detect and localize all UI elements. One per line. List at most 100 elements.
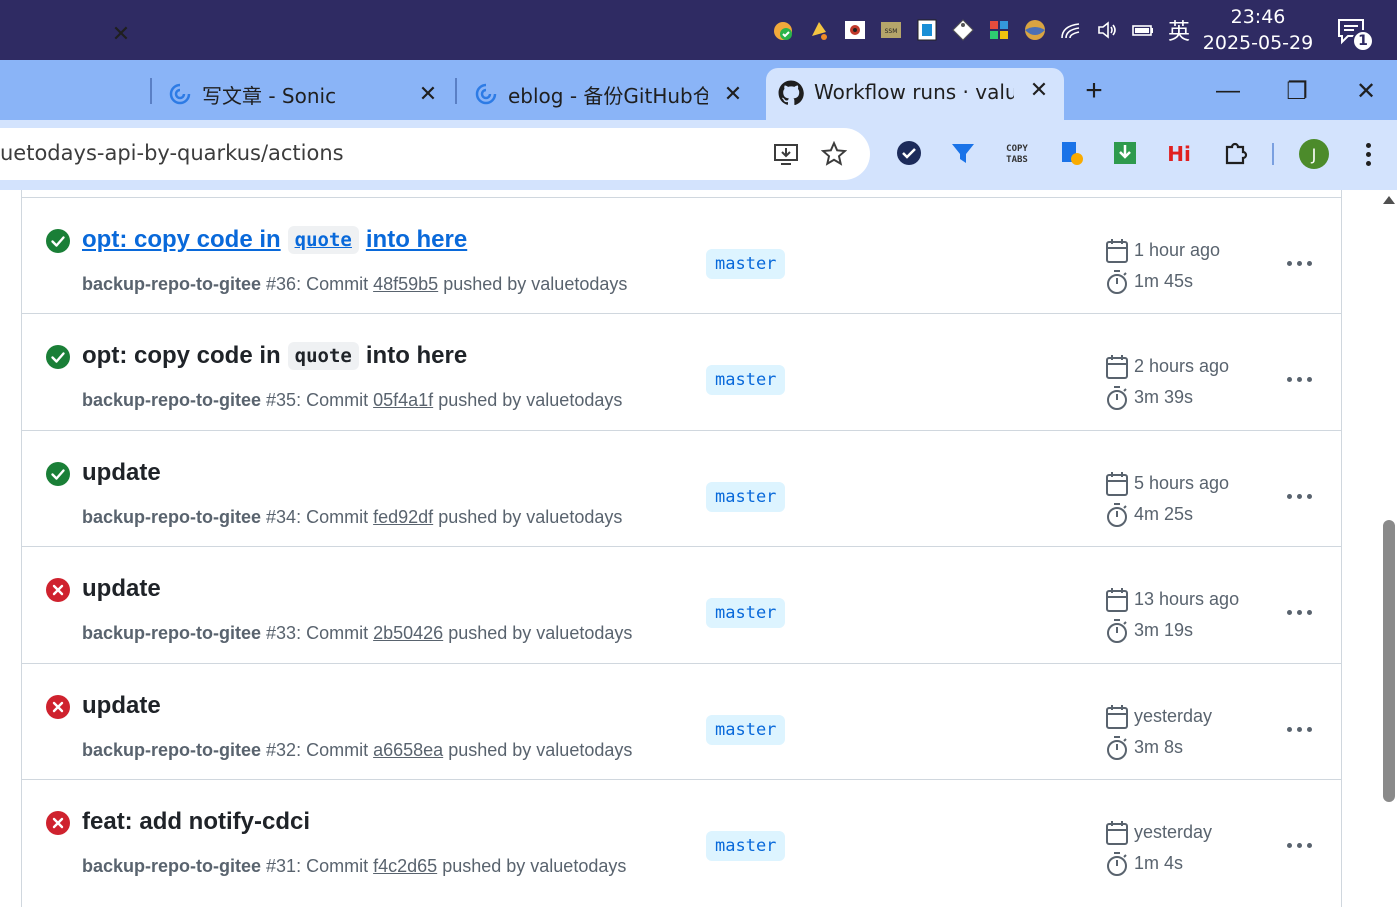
actor-name: valuetodays [531,274,628,294]
workflow-name[interactable]: backup-repo-to-gitee [82,274,261,294]
close-icon[interactable]: ✕ [721,81,745,106]
minimize-button[interactable]: — [1208,76,1248,106]
system-clock[interactable]: 23:46 2025-05-29 [1200,4,1316,56]
address-bar[interactable]: uetodays-api-by-quarkus/actions [0,128,870,180]
commit-sha-link[interactable]: a6658ea [373,740,443,760]
run-title-link[interactable]: feat: add notify-cdci [82,808,310,836]
profile-avatar[interactable]: J [1299,139,1329,169]
eye-tray-icon[interactable] [842,17,868,43]
extension-hi-icon[interactable]: Hi [1164,138,1194,168]
ssm-tray-icon[interactable]: SSM [878,17,904,43]
run-title-link[interactable]: update [82,575,161,603]
run-title-text: update [82,692,161,719]
pushed-by-label: pushed by [442,856,526,876]
actor-name: valuetodays [536,740,633,760]
app-tray-icon-1[interactable] [770,17,796,43]
run-title-text: into here [365,226,468,253]
workflow-run-row[interactable]: update backup-repo-to-gitee #33: Commit 2… [22,546,1341,663]
close-icon[interactable]: ✕ [109,21,133,46]
run-duration: 1m 45s [1134,271,1194,291]
run-actions-menu-button[interactable] [1282,481,1316,511]
run-actions-menu-button[interactable] [1282,714,1316,744]
workflow-name[interactable]: backup-repo-to-gitee [82,623,261,643]
actor-name: valuetodays [530,856,627,876]
commit-sha-link[interactable]: f4c2d65 [373,856,437,876]
extension-file-icon[interactable] [1056,138,1086,168]
x-circle-icon [46,578,70,602]
run-title-text: feat: add notify-cdci [82,808,311,835]
extension-check-icon[interactable] [894,138,924,168]
notification-center-button[interactable]: 1 [1336,16,1376,56]
commit-sha-link[interactable]: 2b50426 [373,623,443,643]
system-tray: SSM 英 [770,14,1190,46]
branch-badge[interactable]: master [706,831,786,861]
tab-eblog[interactable]: eblog - 备份GitHub仓库 ✕ [470,68,760,120]
branch-badge[interactable]: master [706,482,786,512]
workflow-name[interactable]: backup-repo-to-gitee [82,390,261,410]
workflow-run-row[interactable]: update backup-repo-to-gitee #34: Commit f… [22,430,1341,547]
branch-badge[interactable]: master [706,249,786,279]
run-title-link[interactable]: update [82,459,161,487]
branch-badge[interactable]: master [706,715,786,745]
actor-name: valuetodays [526,507,623,527]
tab-separator [455,78,457,104]
install-app-icon[interactable] [772,140,800,168]
workflow-name[interactable]: backup-repo-to-gitee [82,740,261,760]
workflow-run-row[interactable]: opt: copy code in quote into here backup-re… [22,313,1341,430]
clock-time: 23:46 [1230,6,1286,28]
run-actions-menu-button[interactable] [1282,364,1316,394]
workflow-runs-list: opt: copy code in quote into here backup-re… [21,190,1342,907]
workflow-run-row[interactable]: feat: add notify-cdci backup-repo-to-gite… [22,779,1341,896]
url-text[interactable]: uetodays-api-by-quarkus/actions [0,141,344,165]
tab-workflow-runs[interactable]: Workflow runs · valuetc ✕ [766,68,1064,120]
new-tab-button[interactable]: + [1074,74,1114,107]
run-actions-menu-button[interactable] [1282,597,1316,627]
ime-indicator[interactable]: 英 [1168,14,1190,46]
scroll-up-arrow-icon[interactable] [1383,196,1395,204]
workflow-name[interactable]: backup-repo-to-gitee [82,856,261,876]
restore-button[interactable]: ❐ [1277,76,1317,106]
colorful-tray-icon[interactable] [986,17,1012,43]
stopwatch-icon [1107,270,1127,294]
extension-filter-icon[interactable] [948,138,978,168]
terminal-tray-icon[interactable] [914,17,940,43]
branch-badge[interactable]: master [706,365,786,395]
close-icon[interactable]: ✕ [1027,77,1051,102]
commit-label: Commit [306,856,369,876]
branch-badge[interactable]: master [706,598,786,628]
commit-sha-link[interactable]: fed92df [373,507,433,527]
run-number: #36 [266,274,297,294]
globe-tray-icon[interactable] [1022,17,1048,43]
copy-tabs-icon[interactable]: COPY TABS [1002,138,1032,168]
calendar-icon [1106,705,1128,729]
tab-sonic[interactable]: 写文章 - Sonic ✕ [164,68,450,120]
run-title-link[interactable]: opt: copy code in quote into here [82,342,467,370]
os-taskbar: SSM 英 23:46 2025-05-29 1 [0,0,1397,60]
workflow-name[interactable]: backup-repo-to-gitee [82,507,261,527]
close-icon[interactable]: ✕ [416,81,440,106]
tag-tray-icon[interactable] [950,17,976,43]
bell-tray-icon[interactable] [806,17,832,43]
tab-hidden[interactable]: ✕ [0,8,145,60]
volume-icon[interactable] [1094,17,1120,43]
svg-text:TABS: TABS [1006,155,1028,165]
close-window-button[interactable]: ✕ [1346,76,1386,106]
stopwatch-icon [1107,736,1127,760]
scrollbar-thumb[interactable] [1383,520,1395,802]
battery-icon[interactable] [1130,17,1156,43]
commit-sha-link[interactable]: 05f4a1f [373,390,433,410]
run-title-link[interactable]: update [82,692,161,720]
bookmark-star-icon[interactable] [820,140,848,168]
workflow-run-row[interactable]: update backup-repo-to-gitee #32: Commit a… [22,663,1341,780]
run-actions-menu-button[interactable] [1282,830,1316,860]
commit-sha-link[interactable]: 48f59b5 [373,274,438,294]
workflow-run-row[interactable]: opt: copy code in quote into here backup-re… [22,197,1341,314]
run-actions-menu-button[interactable] [1282,248,1316,278]
wifi-icon[interactable] [1058,17,1084,43]
run-duration: 3m 39s [1134,387,1194,407]
browser-menu-button[interactable] [1356,138,1380,170]
run-number: #35 [266,390,297,410]
extensions-puzzle-icon[interactable] [1220,138,1250,168]
run-title-link[interactable]: opt: copy code in quote into here [82,226,467,254]
extension-download-icon[interactable] [1110,138,1140,168]
